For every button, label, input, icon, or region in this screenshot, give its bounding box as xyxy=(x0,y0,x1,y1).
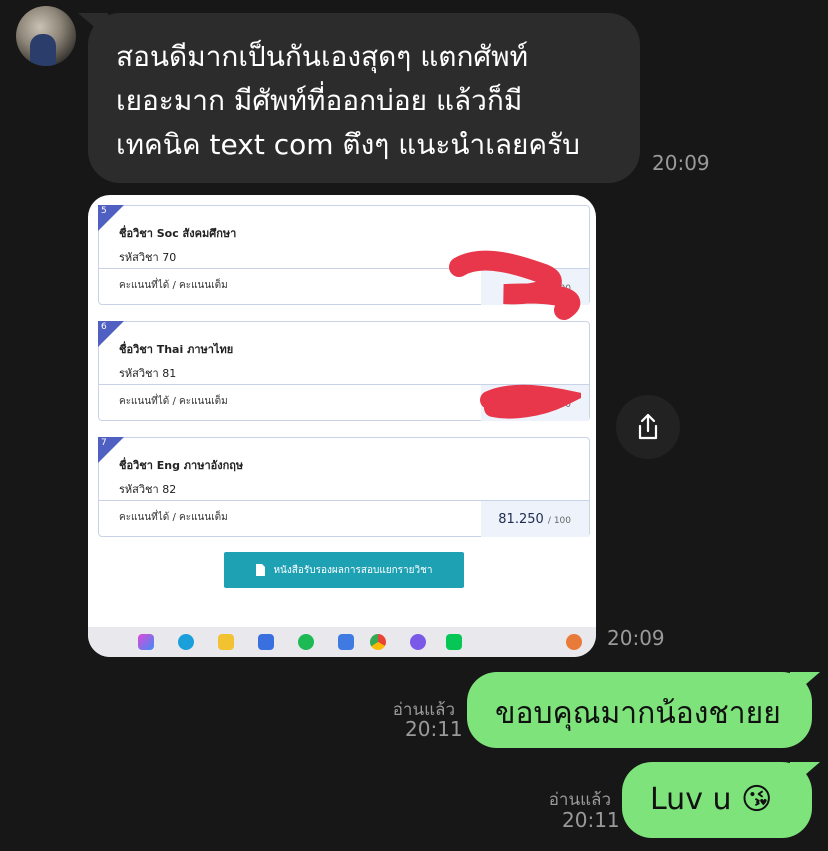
subject-name: ชื่อวิชา Soc สังคมศึกษา xyxy=(119,227,237,240)
image-message[interactable]: 5 ชื่อวิชา Soc สังคมศึกษา รหัสวิชา 70 คะ… xyxy=(88,195,596,657)
share-icon xyxy=(638,413,658,440)
subject-code: รหัสวิชา 82 xyxy=(119,483,177,496)
grade-card-thai: 6 ชื่อวิชา Thai ภาษาไทย รหัสวิชา 81 คะแน… xyxy=(98,321,590,421)
certificate-button[interactable]: หนังสือรับรองผลการสอบแยกรายวิชา xyxy=(224,552,464,588)
grade-index: 6 xyxy=(101,322,107,332)
messenger-icon xyxy=(410,634,426,650)
contact-avatar[interactable] xyxy=(16,6,76,66)
folder-icon xyxy=(218,634,234,650)
grade-index: 5 xyxy=(101,206,107,216)
certificate-button-label: หนังสือรับรองผลการสอบแยกรายวิชา xyxy=(273,564,433,576)
app-icon xyxy=(338,634,354,650)
subject-code: รหัสวิชา 70 xyxy=(119,251,177,264)
outgoing-message-text: ขอบคุณมากน้องชายย xyxy=(495,696,781,731)
redaction-scribble xyxy=(480,384,581,419)
grade-card-eng: 7 ชื่อวิชา Eng ภาษาอังกฤษ รหัสวิชา 82 คะ… xyxy=(98,437,590,537)
score-number: 81.250 xyxy=(498,512,544,527)
incoming-message-bubble[interactable]: สอนดีมากเป็นกันเองสุดๆ แตกศัพท์ เยอะมาก … xyxy=(88,13,640,183)
score-label: คะแนนที่ได้ / คะแนนเต็ม xyxy=(119,396,228,407)
paint-icon xyxy=(566,634,582,650)
subject-code: รหัสวิชา 81 xyxy=(119,367,177,380)
share-button[interactable] xyxy=(616,395,680,459)
outgoing-message-time: 20:11 xyxy=(562,808,620,832)
grade-card-soc: 5 ชื่อวิชา Soc สังคมศึกษา รหัสวิชา 70 คะ… xyxy=(98,205,590,320)
incoming-message-text: สอนดีมากเป็นกันเองสุดๆ แตกศัพท์ เยอะมาก … xyxy=(116,40,580,161)
image-message-time: 20:09 xyxy=(607,626,665,650)
pdf-file-icon xyxy=(256,564,266,576)
score-label: คะแนนที่ได้ / คะแนนเต็ม xyxy=(119,280,228,291)
outgoing-message-text: Luv u 😘 xyxy=(650,782,773,817)
subject-name: ชื่อวิชา Eng ภาษาอังกฤษ xyxy=(119,459,244,472)
windows-taskbar xyxy=(88,627,596,657)
subject-name: ชื่อวิชา Thai ภาษาไทย xyxy=(119,343,234,356)
score-value: 81.250 / 100 xyxy=(498,512,571,527)
copilot-icon xyxy=(138,634,154,650)
grade-index: 7 xyxy=(101,438,107,448)
store-icon xyxy=(258,634,274,650)
edge-icon xyxy=(178,634,194,650)
incoming-message-time: 20:09 xyxy=(652,151,710,175)
redaction-scribble xyxy=(449,250,581,320)
outgoing-message-time: 20:11 xyxy=(405,717,463,741)
chrome-icon xyxy=(370,634,386,650)
outgoing-message-bubble[interactable]: Luv u 😘 xyxy=(622,762,812,838)
line-icon xyxy=(446,634,462,650)
score-max: / 100 xyxy=(547,516,571,526)
outgoing-message-bubble[interactable]: ขอบคุณมากน้องชายย xyxy=(467,672,812,748)
spotify-icon xyxy=(298,634,314,650)
score-label: คะแนนที่ได้ / คะแนนเต็ม xyxy=(119,512,228,523)
